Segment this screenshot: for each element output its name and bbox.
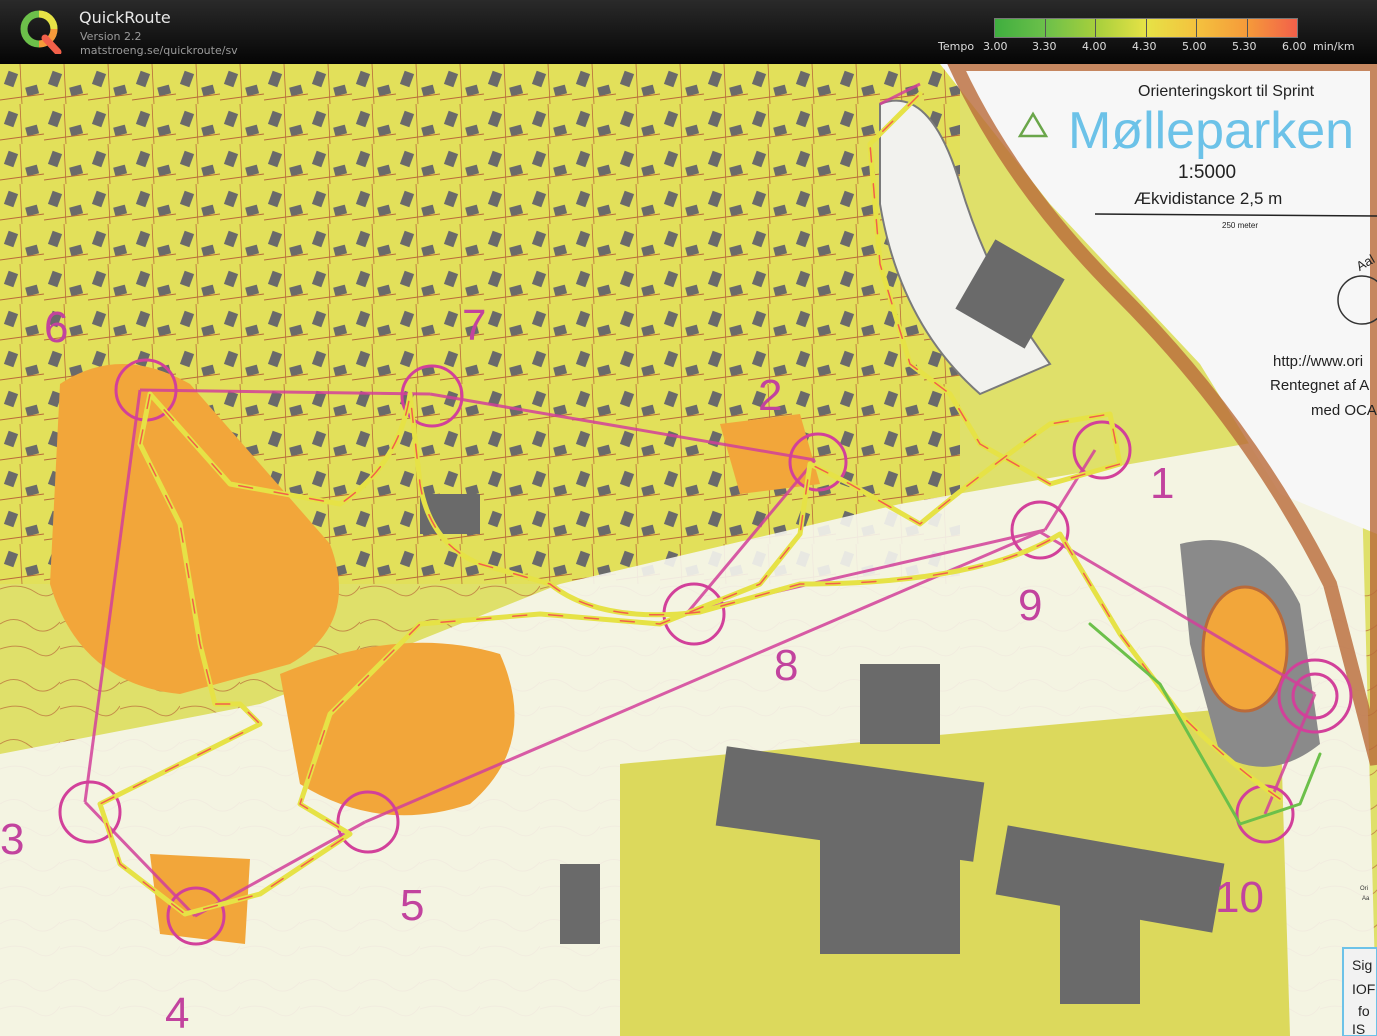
tempo-tick: 3.30: [1032, 40, 1057, 53]
tempo-label: Tempo: [938, 40, 975, 53]
orienteering-map[interactable]: 1 2 3 4 5 6 7 8 9 10 Orienteringskort ti…: [0, 64, 1377, 1036]
control-number-10: 10: [1215, 873, 1264, 922]
map-side-note: Ori: [1360, 886, 1368, 892]
tempo-tick: 6.00: [1282, 40, 1307, 53]
map-side-note: Aa: [1362, 896, 1370, 902]
control-number-8: 8: [774, 641, 798, 690]
control-number-9: 9: [1018, 581, 1042, 630]
control-number-1: 1: [1150, 459, 1174, 508]
legend-box-text: IS: [1352, 1021, 1365, 1036]
map-scale: 1:5000: [1178, 162, 1236, 183]
legend-box-text: Sig: [1352, 957, 1372, 973]
control-number-5: 5: [400, 881, 424, 930]
app-url: matstroeng.se/quickroute/sv: [80, 44, 238, 57]
map-credit-software: med OCA: [1311, 402, 1377, 419]
map-subtitle: Orienteringskort til Sprint: [1138, 83, 1315, 100]
scale-bar-label: 250 meter: [1222, 221, 1258, 230]
app-version: Version 2.2: [80, 30, 142, 43]
tempo-tick: 5.30: [1232, 40, 1257, 53]
legend-box-text: IOF: [1352, 981, 1375, 997]
map-url: http://www.ori: [1273, 353, 1363, 370]
open-field: [280, 642, 515, 816]
tempo-unit: min/km: [1313, 40, 1355, 53]
control-number-6: 6: [44, 303, 68, 352]
tempo-scale-segment: [1146, 19, 1197, 37]
tempo-scale-segment: [1096, 19, 1147, 37]
tempo-color-scale: [994, 18, 1298, 38]
tempo-scale-segment: [1197, 19, 1248, 37]
control-number-3: 3: [0, 815, 24, 864]
control-number-7: 7: [462, 301, 486, 350]
map-credit: Rentegnet af A: [1270, 377, 1369, 394]
app-name: QuickRoute: [79, 8, 171, 27]
tempo-tick: 4.00: [1082, 40, 1107, 53]
stadium-track: [1201, 585, 1289, 713]
map-name: Mølleparken: [1068, 102, 1354, 160]
tempo-scale-segment: [995, 19, 1046, 37]
tempo-tick: 3.00: [983, 40, 1008, 53]
control-number-2: 2: [758, 371, 782, 420]
quickroute-logo-icon: [20, 10, 62, 54]
map-contour-interval: Ækvidistance 2,5 m: [1134, 189, 1282, 208]
control-number-4: 4: [165, 989, 189, 1036]
tempo-tick: 5.00: [1182, 40, 1207, 53]
legend-box-text: fo: [1358, 1003, 1370, 1019]
tempo-tick: 4.30: [1132, 40, 1157, 53]
app-header: QuickRoute Version 2.2 matstroeng.se/qui…: [0, 0, 1377, 64]
tempo-scale-segment: [1247, 19, 1297, 37]
tempo-scale-segment: [1045, 19, 1096, 37]
